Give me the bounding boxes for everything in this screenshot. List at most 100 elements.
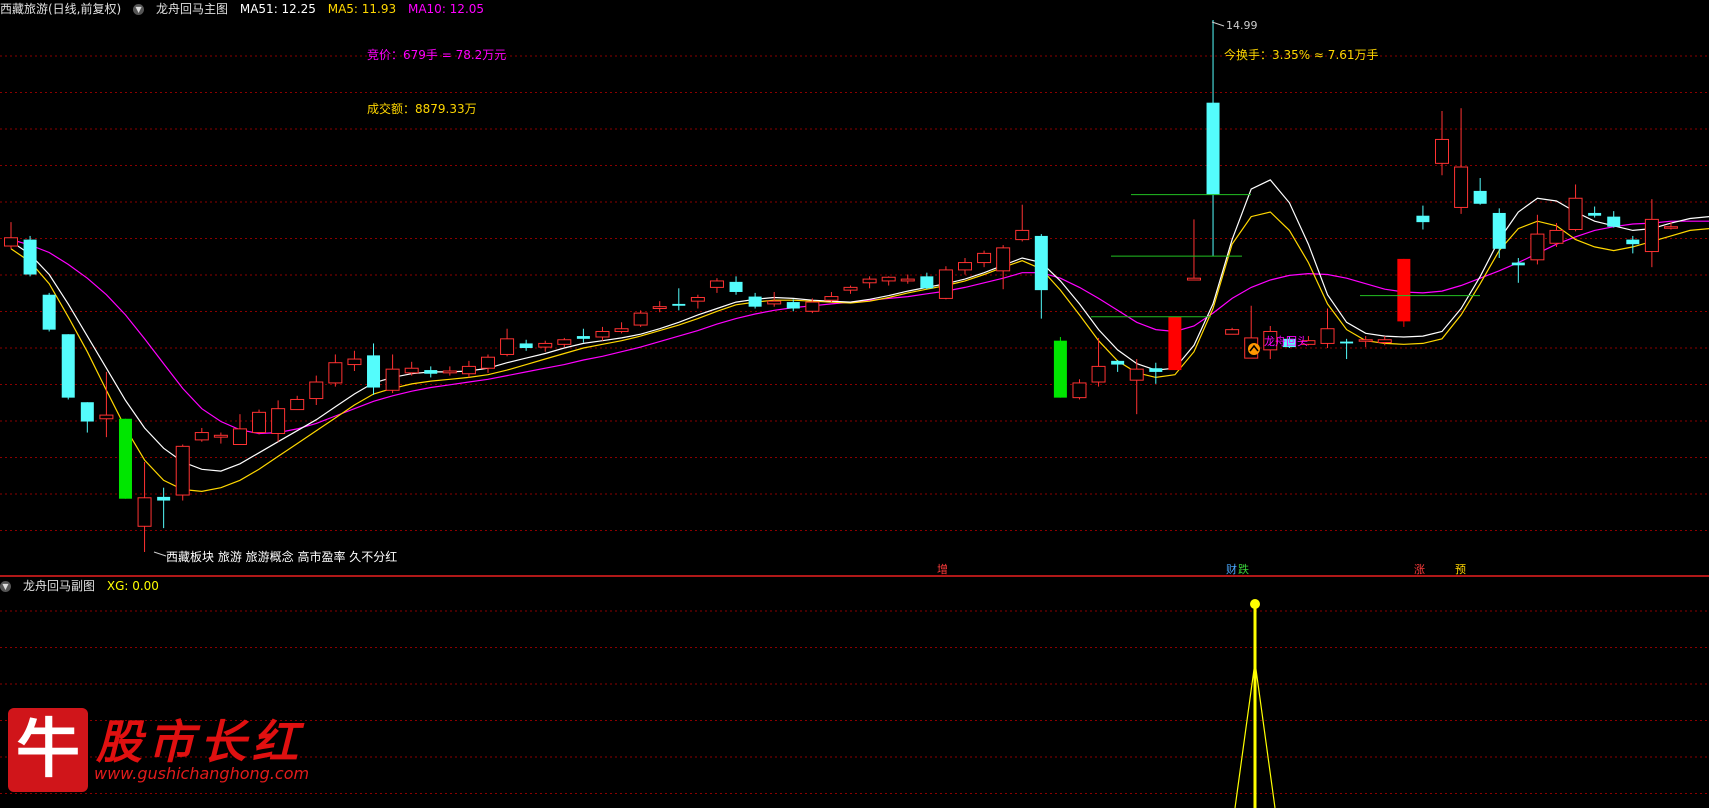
event-marker-die[interactable]: 跌 <box>1238 562 1249 575</box>
candle-body <box>137 497 152 527</box>
candle-body <box>42 294 56 330</box>
signal-label: 龙舟回头 <box>1264 334 1308 348</box>
candle-body <box>328 362 343 384</box>
main-chart-panel[interactable]: 西藏旅游(日线,前复权) ▼ 龙舟回马主图 MA51: 12.25 MA5: 11… <box>0 0 1709 575</box>
candle-body <box>576 336 590 339</box>
candle <box>1053 336 1067 398</box>
candle-body <box>481 356 495 369</box>
candle <box>538 340 553 352</box>
candle-body <box>500 338 515 355</box>
candle-body <box>977 252 992 264</box>
candle <box>576 328 590 343</box>
candle-body <box>1129 368 1144 381</box>
candle <box>309 375 324 405</box>
candle <box>42 292 56 332</box>
candle-body <box>709 280 724 288</box>
candle-series <box>4 20 1678 552</box>
candle <box>252 409 267 435</box>
candle <box>1454 108 1469 214</box>
event-marker-zhang[interactable]: 涨 <box>1414 563 1425 575</box>
candle <box>824 291 839 303</box>
event-marker-cai[interactable]: 财 <box>1226 562 1237 575</box>
candle <box>652 301 667 313</box>
candle-body <box>232 428 247 445</box>
candle-body <box>652 306 667 310</box>
candle <box>1568 184 1583 232</box>
candle-body <box>1530 233 1545 261</box>
candle-body <box>862 278 877 284</box>
candle-body <box>367 355 381 388</box>
candle-body <box>958 262 972 271</box>
turnover-rate-annotation: 今换手：3.35% ≈ 7.61万手 <box>1224 47 1379 62</box>
candle <box>595 326 610 341</box>
logo-mark: 牛 <box>8 708 88 792</box>
candle <box>232 414 247 445</box>
candle <box>729 276 743 295</box>
candle <box>271 400 286 442</box>
candle <box>690 294 705 309</box>
candle-body <box>690 296 705 302</box>
candle <box>367 343 381 395</box>
candle <box>442 366 457 376</box>
candle-body <box>1111 360 1125 365</box>
candle <box>194 427 209 442</box>
candle <box>1206 20 1220 257</box>
candle-body <box>938 269 953 299</box>
candle-body <box>1168 316 1182 371</box>
candle-body <box>1549 229 1564 244</box>
candle <box>1111 359 1125 372</box>
candle-body <box>1607 216 1621 227</box>
candle <box>1492 208 1506 258</box>
candle <box>1549 223 1564 247</box>
event-marker-yu[interactable]: 预 <box>1455 563 1466 575</box>
candle <box>424 366 438 378</box>
candle <box>1149 362 1163 384</box>
candle-body <box>1416 215 1430 223</box>
candle-body <box>1149 368 1163 372</box>
candle-body <box>519 343 533 349</box>
candle-body <box>61 334 75 398</box>
candle <box>862 276 877 289</box>
candle <box>1034 234 1048 319</box>
candle <box>481 354 495 373</box>
grid-lines <box>0 55 1709 531</box>
candle <box>748 292 762 309</box>
candle <box>672 288 686 311</box>
candle <box>4 222 18 249</box>
candle-body <box>23 239 37 275</box>
candle <box>519 339 533 351</box>
candle <box>1129 359 1144 415</box>
candle-body <box>1644 218 1659 253</box>
candle <box>137 461 152 552</box>
candle-body <box>1034 235 1048 291</box>
candle-body <box>1663 226 1678 229</box>
candle-body <box>442 370 457 374</box>
candle <box>977 250 992 268</box>
candle-body <box>309 381 324 400</box>
candle-body <box>118 418 132 499</box>
candle <box>1320 308 1335 349</box>
candle <box>61 334 75 400</box>
candle-body <box>347 358 362 366</box>
candle-body <box>1454 166 1469 208</box>
high-arrow <box>1211 21 1225 27</box>
candle <box>1473 178 1487 205</box>
candle-body <box>920 276 934 289</box>
candle-body <box>1206 102 1220 195</box>
candle-body <box>1091 365 1106 383</box>
candle-body <box>1015 229 1030 241</box>
candle-body <box>900 278 915 282</box>
event-marker-zeng[interactable]: 增 <box>937 562 948 575</box>
candle-body <box>767 300 782 305</box>
high-price-label: 14.99 <box>1226 19 1258 32</box>
candle <box>614 322 629 334</box>
candle-body <box>290 398 305 411</box>
candle-body <box>672 303 686 306</box>
watermark-logo: 牛 股市长红 www.gushichanghong.com <box>4 702 309 794</box>
candle-body <box>157 496 171 501</box>
candlestick-chart[interactable]: 竞价：679手 = 78.2万元 成交额：8879.33万 今换手：3.35% … <box>0 0 1709 575</box>
sector-info: 西藏板块 旅游 旅游概念 高市盈率 久不分红 <box>166 549 397 564</box>
candle <box>996 245 1011 290</box>
candle-body <box>424 370 438 374</box>
chart-overlays: 竞价：679手 = 78.2万元 成交额：8879.33万 今换手：3.35% … <box>153 19 1480 575</box>
